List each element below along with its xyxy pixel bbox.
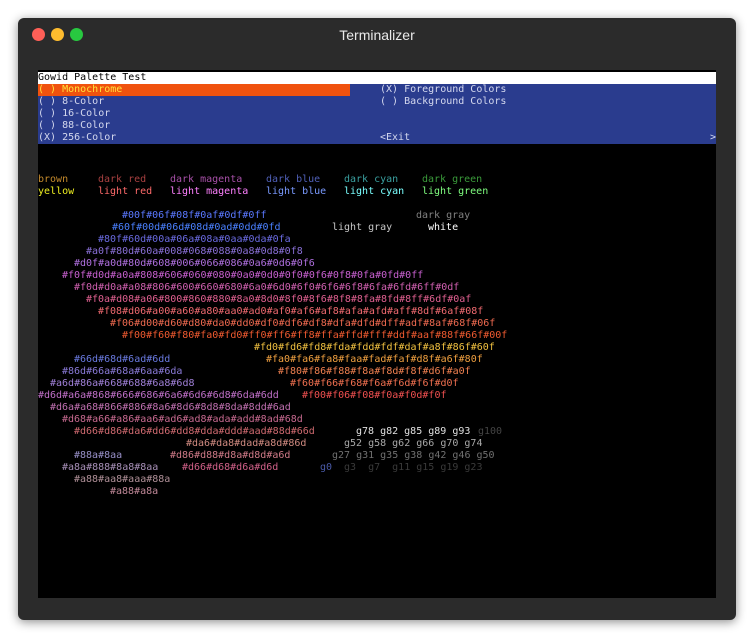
- palette-row: #f00#f06#f08#f0a#f0d#f0f: [302, 390, 447, 401]
- title-bar[interactable]: Terminalizer: [18, 18, 736, 52]
- color-label: light blue: [266, 186, 327, 197]
- color-label: dark blue: [266, 174, 321, 185]
- palette-row: #fd0#fd6#fd8#fda#fdd#fdf#daf#a8f#86f#60f: [254, 342, 495, 353]
- palette-row: #f0d#d0a#a08#806#600#660#680#6a0#6d0#6f0…: [74, 282, 460, 293]
- grayscale-row: g27 g31 g35 g38 g42 g46 g50: [332, 450, 495, 461]
- palette-row: #d86#d88#d8a#d8d#a6d: [170, 450, 291, 461]
- grayscale-row: g3 g7 g11 g15 g19 g23: [344, 462, 483, 473]
- palette-row: #a0f#80d#60a#008#068#088#0a8#0d8#0f8: [86, 246, 303, 257]
- options-panel: ( ) Monochrome( ) 8-Color( ) 16-Color( )…: [38, 84, 716, 144]
- palette-row: #a88#aa8#aaa#88a: [74, 474, 171, 485]
- grayscale-row: g78 g82 g85 g89 g93: [356, 426, 471, 437]
- palette-row: #60f#00d#06d#08d#0ad#0dd#0fd: [112, 222, 281, 233]
- palette-row: #f0f#d0d#a0a#808#606#060#080#0a0#0d0#0f0…: [62, 270, 424, 281]
- color-label: light magenta: [170, 186, 249, 197]
- palette-row: #d66#d86#da6#dd6#dd8#dda#ddd#aad#88d#66d: [74, 426, 315, 437]
- app-header: Gowid Palette Test: [38, 72, 716, 84]
- palette-row: #f60#f66#f68#f6a#f6d#f6f#d0f: [290, 378, 459, 389]
- palette-row: #d6a#a68#866#886#8a6#8d6#8d8#8da#8dd#6ad: [50, 402, 291, 413]
- gray-label: dark gray: [416, 210, 471, 221]
- gray-label: white: [428, 222, 459, 233]
- radio-background-colors[interactable]: ( ) Background Colors: [380, 96, 506, 108]
- palette-row: #da6#da8#dad#a8d#86d: [186, 438, 307, 449]
- palette-row: #d68#a66#a86#aa6#ad6#ad8#ada#add#8ad#68d: [62, 414, 303, 425]
- palette-row: #a8a#888#8a8#8aa: [62, 462, 159, 473]
- radio-8-color[interactable]: ( ) 8-Color: [38, 96, 104, 108]
- palette-row: #d6d#a6a#868#666#686#6a6#6d6#6d8#6da#6dd: [38, 390, 279, 401]
- palette-row: #f06#d00#d60#d80#da0#dd0#df0#df6#df8#dfa…: [110, 318, 496, 329]
- color-label: light green: [422, 186, 489, 197]
- palette-row: #80f#60d#00a#06a#08a#0aa#0da#0fa: [98, 234, 291, 245]
- radio-16-color[interactable]: ( ) 16-Color: [38, 108, 110, 120]
- palette-row: #fa0#fa6#fa8#faa#fad#faf#d8f#a6f#80f: [266, 354, 483, 365]
- color-label: light cyan: [344, 186, 405, 197]
- color-label: dark red: [98, 174, 147, 185]
- terminal-window: Terminalizer Gowid Palette Test ( ) Mono…: [18, 18, 736, 620]
- palette-row: #d0f#a0d#80d#608#006#066#086#0a6#0d6#0f6: [74, 258, 315, 269]
- color-label: brown: [38, 174, 69, 185]
- color-label: light red: [98, 186, 153, 197]
- color-label: dark green: [422, 174, 483, 185]
- color-label: dark cyan: [344, 174, 399, 185]
- grayscale-row: g0: [320, 462, 333, 473]
- exit-button[interactable]: <Exit: [380, 132, 410, 144]
- scroll-right-indicator: >: [710, 132, 716, 143]
- palette-row: #66d#68d#6ad#6dd: [74, 354, 171, 365]
- grayscale-row: g52 g58 g62 g66 g70 g74: [344, 438, 483, 449]
- color-label: dark magenta: [170, 174, 243, 185]
- radio-88-color[interactable]: ( ) 88-Color: [38, 120, 110, 132]
- palette-row: #86d#66a#68a#6aa#6da: [62, 366, 183, 377]
- color-label: yellow: [38, 186, 75, 197]
- palette-row: #f80#f86#f88#f8a#f8d#f8f#d6f#a0f: [278, 366, 471, 377]
- palette-row: #00f#06f#08f#0af#0df#0ff: [122, 210, 267, 221]
- terminal-screen[interactable]: Gowid Palette Test ( ) Monochrome( ) 8-C…: [38, 70, 716, 598]
- radio-monochrome[interactable]: ( ) Monochrome: [38, 84, 350, 96]
- radio-foreground-colors[interactable]: (X) Foreground Colors: [380, 84, 506, 96]
- palette-row: #f08#d06#a00#a60#a80#aa0#ad0#af0#af6#af8…: [98, 306, 484, 317]
- gray-label: light gray: [332, 222, 393, 233]
- palette-row: #a88#a8a: [110, 486, 159, 497]
- palette-row: #a6d#86a#668#688#6a8#6d8: [50, 378, 195, 389]
- grayscale-row: g100: [478, 426, 503, 437]
- palette-row: #f0a#d08#a06#800#860#880#8a0#8d0#8f0#8f6…: [86, 294, 472, 305]
- palette-row: #d66#d68#d6a#d6d: [182, 462, 279, 473]
- palette-row: #f00#f60#f80#fa0#fd0#ff0#ff6#ff8#ffa#ffd…: [122, 330, 508, 341]
- radio-256-color[interactable]: (X) 256-Color: [38, 132, 116, 144]
- palette-row: #88a#8aa: [74, 450, 123, 461]
- window-title: Terminalizer: [339, 27, 415, 43]
